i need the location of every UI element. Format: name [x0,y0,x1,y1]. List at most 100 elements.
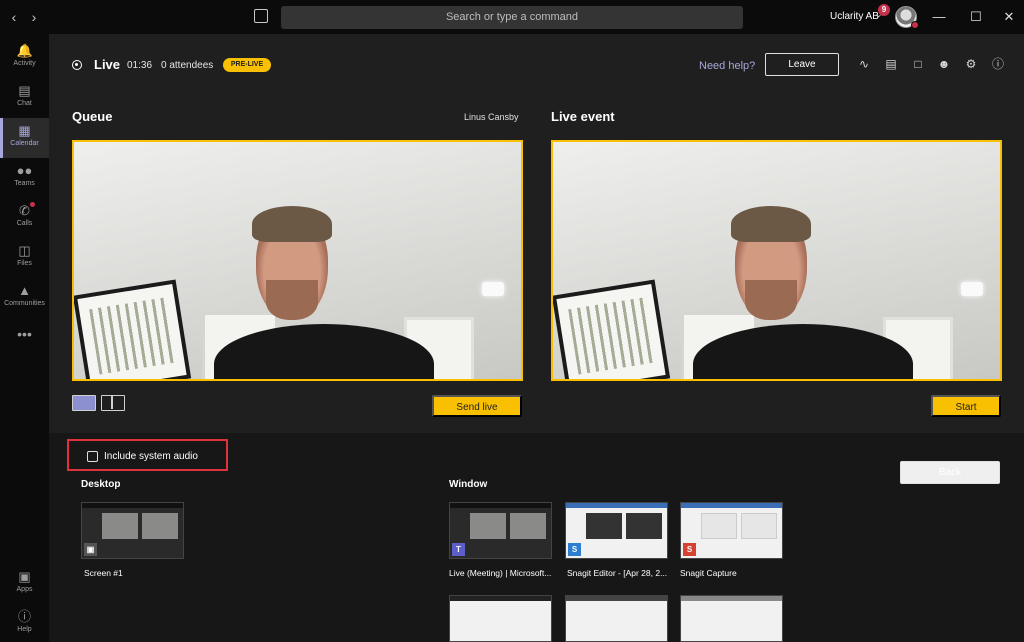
presenter-name: Linus Cansby [464,112,519,122]
status-badge: PRE-LIVE [223,58,271,72]
rail-label: Files [17,260,32,267]
teams-icon: ●● [16,163,33,178]
need-help-link[interactable]: Need help? [699,60,755,72]
search-input[interactable]: Search or type a command [281,6,743,29]
more-apps-button[interactable]: ••• [0,324,49,344]
rail-label: Calendar [10,140,39,147]
compose-icon[interactable] [254,9,268,23]
app-rail: 🔔 Activity ▤ Chat ▦ Calendar ●● Teams ✆ … [0,34,49,642]
desktop-section-title: Desktop [81,479,121,490]
live-status-icon [72,60,82,70]
info-icon[interactable]: ⓘ [991,57,1005,71]
send-live-button[interactable]: Send live [432,395,522,417]
thumb-content [510,513,546,539]
desktop-item-label: Screen #1 [84,568,123,578]
live-event-video [551,140,1002,381]
forward-arrow-icon[interactable]: › [26,9,42,25]
thumb-content [142,513,178,539]
rail-label: Help [17,626,32,633]
rail-label: Teams [14,180,35,187]
rail-item-help[interactable]: ⓘ Help [0,604,49,642]
queue-title: Queue [72,109,113,124]
rail-label: Communities [4,300,45,307]
close-icon[interactable]: ✕ [1001,9,1017,25]
bell-icon: 🔔 [16,43,33,58]
thumb-content [470,513,506,539]
minimize-icon[interactable]: — [931,9,947,25]
window-section-title: Window [449,479,488,490]
thumb-bar [450,503,551,508]
wall-poster [74,279,192,379]
attendee-count: 0 attendees [161,60,214,71]
calendar-icon: ▦ [18,123,31,138]
teams-app-icon: T [452,543,465,556]
rail-label: Apps [16,586,33,593]
maximize-icon[interactable]: ☐ [968,9,984,25]
snagit-editor-icon: S [568,543,581,556]
health-monitor-icon[interactable]: ∿ [857,57,871,71]
org-switcher-label[interactable]: Uclarity AB [830,11,879,22]
window-item-label: Snagit Capture [680,568,737,578]
back-button[interactable]: Back [900,461,1000,484]
rail-item-communities[interactable]: ▲ Communities [0,278,49,318]
start-button[interactable]: Start [931,395,1001,417]
wall-lamp [961,282,983,296]
thumb-content [102,513,138,539]
include-system-audio-label[interactable]: Include system audio [104,451,198,462]
more-icon: ••• [17,326,32,342]
leave-button[interactable]: Leave [765,53,839,76]
window-thumbnail[interactable] [680,595,783,642]
include-system-audio-checkbox[interactable] [87,451,98,462]
thumb-bar [681,503,782,508]
rail-item-apps[interactable]: ▣ Apps [0,564,49,604]
window-thumbnail[interactable] [449,595,552,642]
rail-item-calls[interactable]: ✆ Calls [0,198,49,238]
thumb-content [741,513,777,539]
notification-badge: 9 [878,4,890,16]
thumb-content [701,513,737,539]
calls-notification-dot [30,202,35,207]
split-layout-button[interactable] [101,395,125,411]
presenter-hair [252,206,332,242]
thumb-content [586,513,622,539]
chat-icon: ▤ [18,83,31,98]
desktop-thumbnail[interactable]: ▣ [81,502,184,559]
monitor-icon: ▣ [84,543,97,556]
rail-label: Activity [13,60,36,67]
rail-label: Chat [17,100,32,107]
thumb-bar [681,596,782,601]
rail-item-teams[interactable]: ●● Teams [0,158,49,198]
window-thumbnail[interactable]: S [565,502,668,559]
wall-poster [553,279,671,379]
chat-icon[interactable]: □ [911,57,925,71]
window-item-label: Live (Meeting) | Microsoft... [449,568,552,578]
participants-icon[interactable]: ☻ [937,57,951,71]
presence-status-icon [911,21,919,29]
snagit-capture-icon: S [683,543,696,556]
rail-item-calendar[interactable]: ▦ Calendar [0,118,49,158]
live-label: Live [94,57,121,72]
queue-video-preview[interactable] [72,140,523,381]
help-icon: ⓘ [17,609,31,624]
apps-icon: ▣ [18,569,31,584]
rail-item-activity[interactable]: 🔔 Activity [0,38,49,78]
thumb-bar [566,596,667,601]
window-thumbnail[interactable]: T [449,502,552,559]
wall-lamp [482,282,504,296]
presenter-hair [731,206,811,242]
notes-icon[interactable]: ▤ [884,57,898,71]
teams-app: ‹ › Search or type a command Uclarity AB… [0,0,1024,642]
thumb-content [626,513,662,539]
back-arrow-icon[interactable]: ‹ [6,9,22,25]
title-bar: ‹ › Search or type a command Uclarity AB… [0,0,1024,34]
window-item-label: Snagit Editor - [Apr 28, 2... [567,568,668,578]
settings-gear-icon[interactable]: ⚙ [964,57,978,71]
window-thumbnail[interactable] [565,595,668,642]
live-timer: 01:36 [127,60,153,71]
thumb-bar [82,503,183,508]
window-thumbnail[interactable]: S [680,502,783,559]
live-event-title: Live event [551,109,615,124]
single-layout-button[interactable] [72,395,96,411]
rail-item-chat[interactable]: ▤ Chat [0,78,49,118]
rail-item-files[interactable]: ◫ Files [0,238,49,278]
